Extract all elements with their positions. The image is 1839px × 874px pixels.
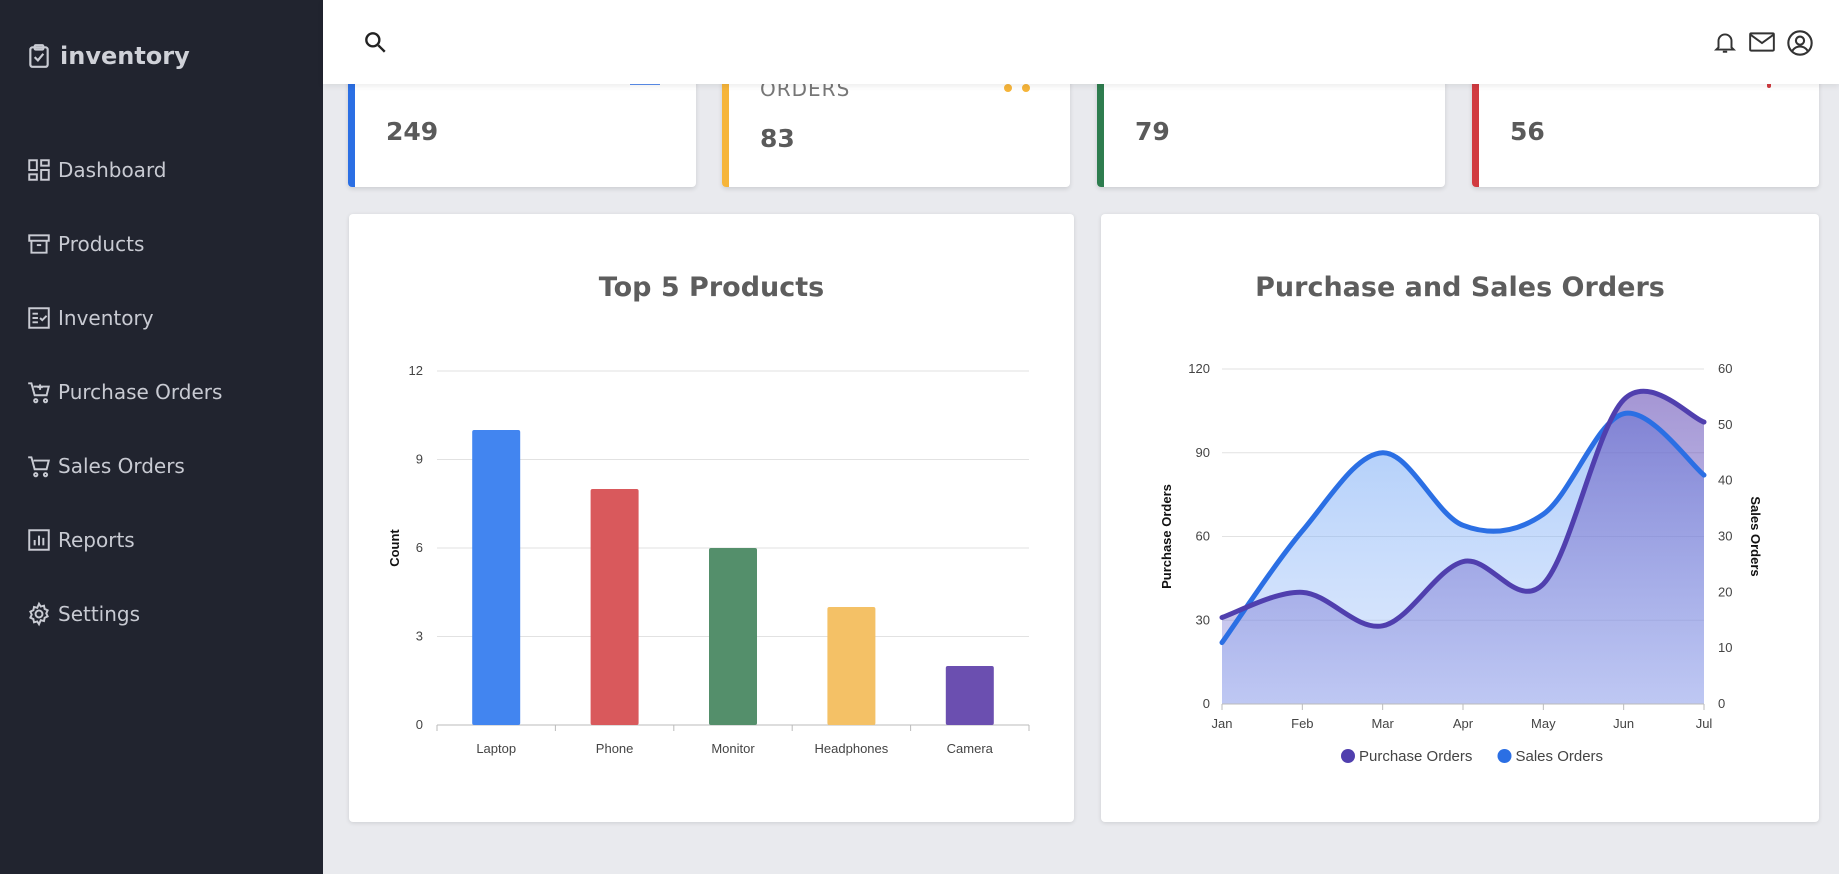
stat-value: 249 xyxy=(386,117,439,146)
y-right-tick-label: 0 xyxy=(1718,696,1725,711)
brand-name: inventory xyxy=(60,42,190,70)
y-left-tick-label: 0 xyxy=(1203,696,1210,711)
sidebar-item-label: Settings xyxy=(58,602,141,626)
x-tick-label: Apr xyxy=(1453,716,1474,731)
x-tick-label: Jul xyxy=(1696,716,1713,731)
top-products-chart: 0 3 6 9 12 Laptop Phone Monitor Headphones Camera… xyxy=(387,363,1030,756)
x-tick-label: May xyxy=(1531,716,1556,731)
y-tick-label: 0 xyxy=(416,717,423,732)
mail-icon[interactable] xyxy=(1748,29,1776,61)
sidebar-item-label: Purchase Orders xyxy=(58,380,223,404)
stat-value: 79 xyxy=(1135,117,1170,146)
legend-label: Purchase Orders xyxy=(1359,748,1472,765)
x-tick-label: Monitor xyxy=(711,741,755,756)
bell-icon[interactable] xyxy=(1712,29,1738,61)
sidebar-item-label: Dashboard xyxy=(58,158,167,182)
stat-value: 56 xyxy=(1510,117,1545,146)
top-products-panel: Top 5 Products 0 3 6 9 12 Laptop Phone Monitor H… xyxy=(349,214,1074,822)
brand-logo[interactable]: inventory xyxy=(26,42,190,70)
bar-camera xyxy=(945,666,994,725)
orders-panel: Purchase and Sales Orders 0 30 60 90 120 0 10 2… xyxy=(1101,214,1819,822)
y-left-tick-label: 90 xyxy=(1196,445,1210,460)
sidebar-item-label: Sales Orders xyxy=(58,454,185,478)
x-tick-label: Phone xyxy=(596,741,634,756)
sidebar-item-settings[interactable]: Settings xyxy=(26,599,140,629)
card-icon-fragment xyxy=(1004,84,1012,92)
y-right-tick-label: 50 xyxy=(1718,417,1732,432)
account-icon[interactable] xyxy=(1786,29,1814,61)
y-right-tick-label: 20 xyxy=(1718,584,1732,599)
x-tick-label: Mar xyxy=(1371,716,1394,731)
y-tick-label: 12 xyxy=(409,363,423,378)
search-icon[interactable] xyxy=(362,29,388,59)
y-right-tick-label: 40 xyxy=(1718,473,1732,488)
x-tick-label: Camera xyxy=(947,741,994,756)
bar-headphones xyxy=(827,607,876,725)
x-tick-label: Feb xyxy=(1291,716,1313,731)
legend-marker xyxy=(1341,749,1355,763)
sidebar-item-products[interactable]: Products xyxy=(26,229,144,259)
bar-monitor xyxy=(709,548,757,725)
sidebar-item-reports[interactable]: Reports xyxy=(26,525,135,555)
sidebar-item-label: Reports xyxy=(58,528,135,552)
bar-laptop xyxy=(472,430,521,725)
orders-chart: 0 30 60 90 120 0 10 20 30 40 50 60 Jan Feb Mar Apr May Ju… xyxy=(1159,361,1763,765)
stat-value: 83 xyxy=(760,124,795,153)
sidebar-item-purchase-orders[interactable]: Purchase Orders xyxy=(26,377,222,407)
x-tick-label: Jan xyxy=(1212,716,1233,731)
sidebar-item-label: Products xyxy=(58,232,145,256)
top-bar xyxy=(323,0,1839,84)
dashboard-icon xyxy=(26,157,52,183)
y-right-axis-label: Sales Orders xyxy=(1748,496,1763,576)
y-right-tick-label: 60 xyxy=(1718,361,1732,376)
y-right-tick-label: 10 xyxy=(1718,640,1732,655)
sidebar-item-dashboard[interactable]: Dashboard xyxy=(26,155,167,185)
legend-label: Sales Orders xyxy=(1516,748,1604,765)
y-tick-label: 9 xyxy=(416,452,423,467)
y-left-tick-label: 60 xyxy=(1196,529,1210,544)
x-tick-label: Laptop xyxy=(476,741,516,756)
checklist-icon xyxy=(26,305,52,331)
gear-icon xyxy=(26,601,52,627)
y-left-tick-label: 120 xyxy=(1188,361,1210,376)
sidebar: inventory Dashboard Products Inventory P… xyxy=(0,0,323,874)
top-bar-actions xyxy=(1712,29,1814,61)
sidebar-item-inventory[interactable]: Inventory xyxy=(26,303,154,333)
sidebar-item-label: Inventory xyxy=(58,306,154,330)
y-axis-label: Count xyxy=(387,529,402,567)
card-icon-fragment xyxy=(1022,84,1030,92)
y-tick-label: 6 xyxy=(416,540,423,555)
bar-phone xyxy=(590,489,639,725)
bar-chart-icon xyxy=(26,527,52,553)
y-left-axis-label: Purchase Orders xyxy=(1159,484,1174,589)
y-tick-label: 3 xyxy=(416,629,423,644)
sidebar-item-sales-orders[interactable]: Sales Orders xyxy=(26,451,185,481)
y-left-tick-label: 30 xyxy=(1196,612,1210,627)
archive-icon xyxy=(26,231,52,257)
y-right-tick-label: 30 xyxy=(1718,529,1732,544)
cart-icon xyxy=(26,453,52,479)
legend-marker xyxy=(1497,749,1512,763)
clipboard-check-icon xyxy=(26,43,52,69)
x-tick-label: Headphones xyxy=(815,741,889,756)
cart-add-icon xyxy=(26,379,52,405)
x-tick-label: Jun xyxy=(1613,716,1634,731)
